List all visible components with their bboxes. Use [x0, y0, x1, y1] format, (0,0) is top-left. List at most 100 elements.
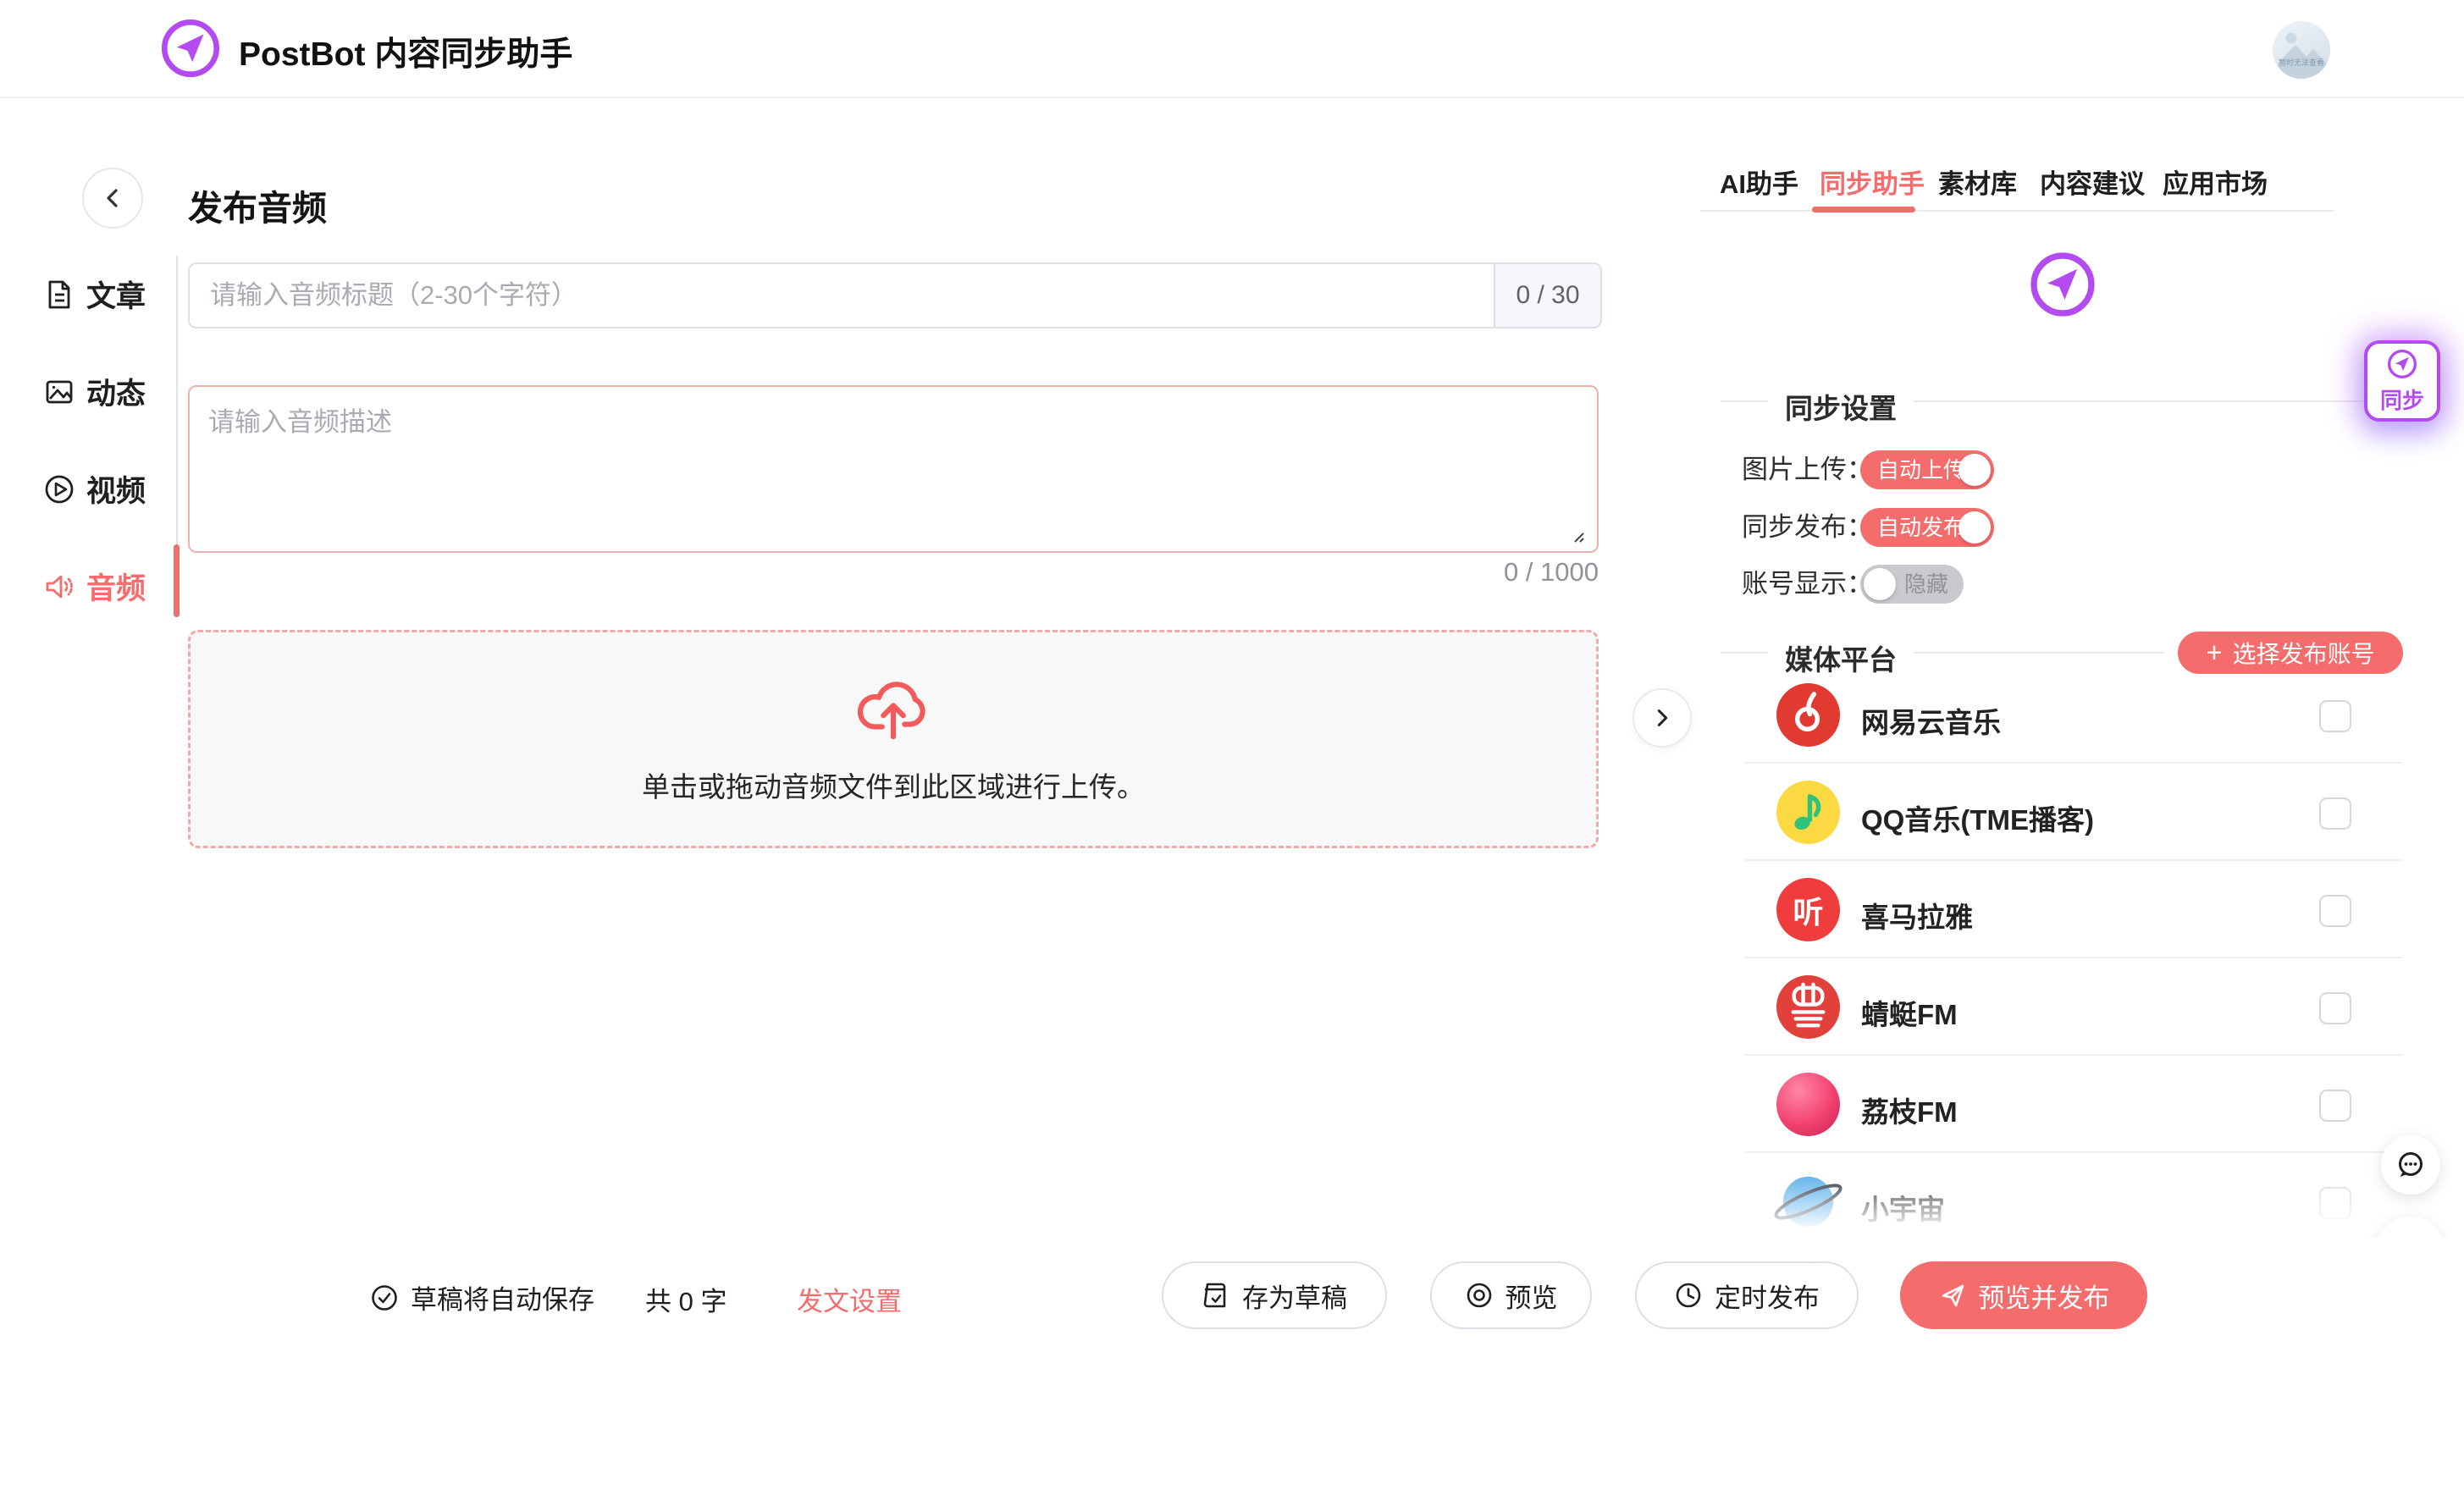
float-sync-label: 同步	[2380, 384, 2424, 415]
check-circle-icon	[370, 1283, 399, 1312]
save-draft-icon	[1202, 1281, 1230, 1310]
toggle-label: 隐藏	[1904, 565, 1948, 604]
media-line-left	[1721, 652, 1768, 654]
ximalaya-icon: 听	[1776, 878, 1840, 941]
sync-row-account-display-label: 账号显示：	[1742, 565, 1873, 604]
sync-settings-title: 同步设置	[1785, 386, 1897, 427]
tab-ai-assistant[interactable]: AI助手	[1720, 163, 1798, 201]
preview-button[interactable]: 预览	[1430, 1261, 1592, 1329]
sidebar-item-label: 动态	[86, 370, 146, 413]
platform-checkbox[interactable]	[2319, 895, 2351, 927]
app-logo-icon	[158, 16, 223, 80]
speaker-icon	[42, 570, 76, 604]
schedule-publish-button[interactable]: 定时发布	[1635, 1261, 1859, 1329]
sidebar-item-audio[interactable]: 音频	[42, 565, 146, 608]
tab-material-library[interactable]: 素材库	[1938, 163, 2017, 201]
avatar-placeholder-image	[2273, 21, 2330, 79]
float-sync-button[interactable]: 同步	[2364, 340, 2440, 422]
sidebar-item-label: 音频	[86, 565, 146, 608]
platform-checkbox[interactable]	[2319, 797, 2351, 830]
sync-settings-line-left	[1721, 400, 1768, 402]
tab-sync-assistant[interactable]: 同步助手	[1820, 163, 1925, 201]
app-title: PostBot 内容同步助手	[239, 28, 572, 75]
toggle-knob	[1958, 454, 1991, 486]
title-char-counter: 0 / 30	[1494, 264, 1600, 327]
audio-upload-dropzone[interactable]: 单击或拖动音频文件到此区域进行上传。	[188, 630, 1599, 848]
save-draft-button[interactable]: 存为草稿	[1162, 1261, 1387, 1329]
tab-app-market[interactable]: 应用市场	[2163, 163, 2268, 201]
list-bottom-fade	[1693, 1167, 2464, 1248]
sidebar-active-indicator	[174, 544, 180, 617]
word-count: 共 0 字	[645, 1280, 726, 1318]
toggle-knob	[1864, 568, 1896, 600]
autosave-status: 草稿将自动保存	[370, 1278, 594, 1316]
platform-name: 荔枝FM	[1861, 1090, 1958, 1130]
sidebar-divider	[176, 256, 178, 544]
platform-name: QQ音乐(TME播客)	[1861, 797, 2094, 838]
qingting-fm-icon	[1776, 975, 1840, 1039]
audio-description-textarea[interactable]	[188, 385, 1599, 553]
back-button[interactable]	[82, 168, 143, 229]
play-circle-icon	[42, 472, 76, 506]
sync-settings-line-right	[1914, 400, 2403, 402]
schedule-publish-label: 定时发布	[1715, 1277, 1820, 1315]
sync-logo-icon	[2386, 348, 2418, 380]
platform-name: 喜马拉雅	[1861, 895, 1973, 935]
netease-music-icon	[1776, 683, 1840, 747]
sidebar-item-moments[interactable]: 动态	[42, 370, 146, 413]
platform-row: 听 喜马拉雅	[1744, 861, 2403, 958]
image-icon	[42, 375, 76, 409]
chat-support-button[interactable]	[2381, 1135, 2440, 1195]
tab-content-suggestions[interactable]: 内容建议	[2040, 163, 2145, 201]
platform-name: 蜻蜓FM	[1861, 992, 1958, 1033]
page-title: 发布音频	[188, 179, 327, 230]
sync-publish-toggle[interactable]: 自动发布	[1860, 508, 1994, 547]
post-settings-link[interactable]: 发文设置	[797, 1280, 902, 1318]
platform-checkbox[interactable]	[2319, 700, 2351, 732]
postbot-app: PostBot 内容同步助手 暂时无法查看 文章 动态	[0, 0, 2464, 1490]
ximalaya-icon-text: 听	[1793, 888, 1823, 932]
platform-name: 网易云音乐	[1861, 700, 2001, 741]
preview-icon	[1465, 1281, 1494, 1310]
sidebar-item-article[interactable]: 文章	[42, 273, 146, 316]
clock-icon	[1674, 1281, 1703, 1310]
image-upload-toggle[interactable]: 自动上传	[1860, 450, 1994, 489]
preview-label: 预览	[1505, 1277, 1558, 1315]
sidebar-item-label: 文章	[86, 273, 146, 316]
platform-row: 荔枝FM	[1744, 1056, 2403, 1153]
document-icon	[42, 278, 76, 312]
avatar[interactable]: 暂时无法查看	[2273, 21, 2330, 79]
tabs-underline	[1700, 210, 2334, 212]
chat-bubble-icon	[2394, 1148, 2428, 1182]
sidebar-item-label: 视频	[86, 467, 146, 510]
panel-collapse-button[interactable]	[1633, 688, 1692, 748]
chevron-left-icon	[100, 185, 125, 211]
select-accounts-label: 选择发布账号	[2233, 636, 2375, 670]
preview-and-publish-label: 预览并发布	[1979, 1277, 2110, 1315]
platform-row: QQ音乐(TME播客)	[1744, 764, 2403, 861]
chevron-right-icon	[1650, 706, 1674, 730]
tab-active-indicator	[1812, 207, 1915, 212]
platform-row: 蜻蜓FM	[1744, 958, 2403, 1056]
avatar-alt-text: 暂时无法查看	[2273, 57, 2330, 68]
textarea-resize-handle[interactable]	[1572, 530, 1585, 544]
audio-title-input[interactable]	[190, 264, 1494, 327]
lizhi-fm-icon	[1776, 1073, 1840, 1136]
qq-music-icon	[1776, 781, 1840, 844]
preview-and-publish-button[interactable]: 预览并发布	[1900, 1261, 2147, 1329]
description-char-counter: 0 / 1000	[188, 557, 1599, 588]
panel-logo-icon	[2027, 249, 2098, 320]
toggle-label: 自动上传	[1877, 450, 1965, 489]
media-line-right	[1914, 652, 2164, 654]
app-header: PostBot 内容同步助手 暂时无法查看	[0, 0, 2464, 98]
cloud-upload-icon	[851, 666, 936, 742]
sync-row-sync-publish-label: 同步发布：	[1742, 508, 1873, 547]
toggle-label: 自动发布	[1877, 508, 1965, 547]
account-display-toggle[interactable]: 隐藏	[1860, 565, 1964, 604]
platform-checkbox[interactable]	[2319, 992, 2351, 1024]
platform-checkbox[interactable]	[2319, 1090, 2351, 1122]
sidebar-item-video[interactable]: 视频	[42, 467, 146, 510]
footer-bar: 草稿将自动保存 共 0 字 发文设置 存为草稿 预览 定时发布	[0, 1238, 2464, 1490]
platform-row: 网易云音乐	[1744, 666, 2403, 764]
send-icon	[1938, 1281, 1967, 1310]
